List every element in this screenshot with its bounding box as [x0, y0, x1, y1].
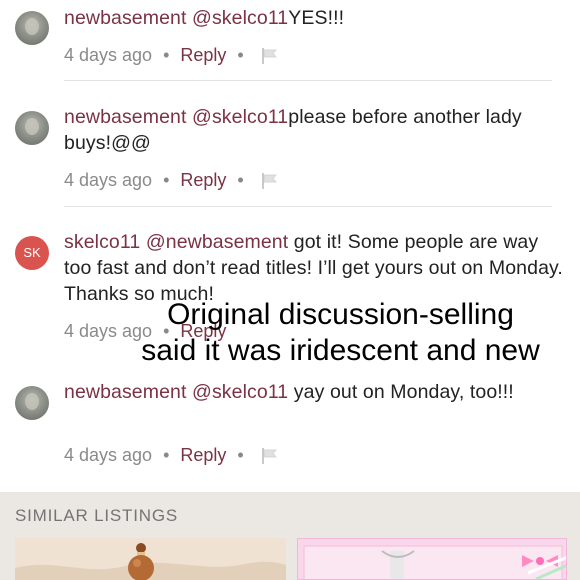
reply-button[interactable]: Reply [180, 321, 226, 341]
avatar-face-icon [25, 118, 39, 135]
comment-text: newbasement @skelco11please before anoth… [64, 104, 569, 156]
flag-icon[interactable] [261, 46, 279, 64]
flag-icon[interactable] [261, 171, 279, 189]
similar-listings-title: SIMILAR LISTINGS [15, 506, 179, 525]
bracelet-thumbnail-icon [15, 538, 286, 580]
separator-dot: • [237, 445, 244, 465]
comment-divider [64, 206, 552, 207]
comment-meta: 4 days ago • Reply [64, 318, 226, 344]
user-avatar[interactable] [15, 111, 49, 145]
reply-button[interactable]: Reply [180, 45, 226, 65]
username-link[interactable]: newbasement [64, 381, 187, 403]
mention-link[interactable]: @skelco11 [192, 7, 288, 29]
reply-button[interactable]: Reply [180, 170, 226, 190]
comment-text: skelco11 @newbasement got it! Some peopl… [64, 229, 569, 307]
comment-text: newbasement @skelco11 yay out on Monday,… [64, 379, 569, 405]
username-link[interactable]: newbasement [64, 7, 187, 29]
separator-dot: • [237, 45, 244, 65]
reply-button[interactable]: Reply [180, 445, 226, 465]
comment-meta: 4 days ago • Reply • [64, 442, 279, 468]
timestamp: 4 days ago [64, 45, 153, 65]
similar-listings-section: SIMILAR LISTINGS [0, 492, 580, 580]
flag-icon[interactable] [261, 446, 279, 464]
mention-link[interactable]: @skelco11 [192, 381, 288, 403]
timestamp: 4 days ago [64, 445, 153, 465]
comment-body: YES!!! [288, 7, 345, 29]
comment-meta: 4 days ago • Reply • [64, 42, 279, 68]
comment-text: newbasement @skelco11YES!!! [64, 5, 569, 31]
avatar-face-icon [25, 18, 39, 35]
mention-link[interactable]: @skelco11 [192, 106, 288, 128]
bow-thumbnail-icon [298, 539, 566, 579]
user-avatar[interactable] [15, 11, 49, 45]
comment-meta: 4 days ago • Reply • [64, 167, 279, 193]
username-link[interactable]: skelco11 [64, 231, 140, 253]
comment-divider [64, 80, 552, 81]
comments-feed: newbasement @skelco11YES!!! 4 days ago • R… [0, 0, 580, 492]
user-avatar[interactable] [15, 386, 49, 420]
separator-dot: • [163, 445, 170, 465]
timestamp: 4 days ago [64, 321, 153, 341]
separator-dot: • [163, 321, 170, 341]
timestamp: 4 days ago [64, 170, 153, 190]
similar-listing-card[interactable] [15, 538, 286, 580]
separator-dot: • [163, 170, 170, 190]
separator-dot: • [237, 170, 244, 190]
similar-listing-card[interactable] [297, 538, 567, 580]
avatar-face-icon [25, 393, 39, 410]
comment-body: yay out on Monday, too!!! [293, 381, 514, 403]
separator-dot: • [163, 45, 170, 65]
username-link[interactable]: newbasement [64, 106, 187, 128]
mention-link[interactable]: @newbasement [146, 231, 288, 253]
user-avatar[interactable]: SK [15, 236, 49, 270]
